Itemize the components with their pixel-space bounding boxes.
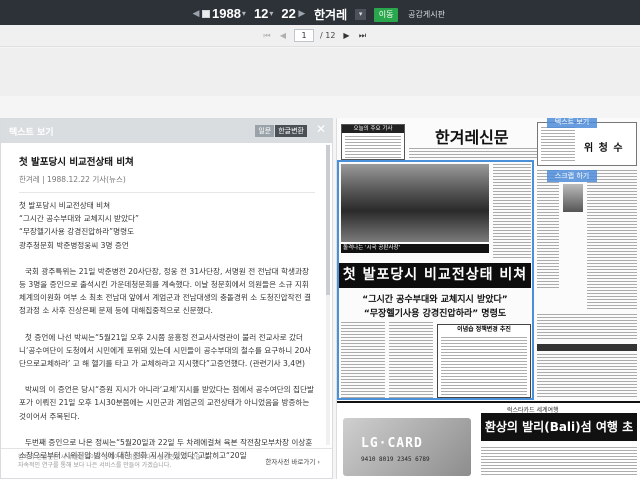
next-page-icon[interactable]: ▶ <box>341 31 351 40</box>
text-view-panel: 텍스트 보기 일문 한글변환 ✕ 첫 발포당시 비교전상태 비쳐 한겨레 | 1… <box>0 118 333 479</box>
paper-dropdown-button[interactable]: ▾ <box>355 9 367 20</box>
lead-line: 광주청문회 박준병정웅씨 3명 증언 <box>19 240 129 250</box>
month-value[interactable]: 12 <box>254 6 268 21</box>
pager: ⏮ ◀ 1 / 12 ▶ ⏭ <box>262 29 367 42</box>
day-value[interactable]: 22 <box>281 6 295 21</box>
selected-article-highlight[interactable] <box>337 160 534 400</box>
divider <box>19 192 315 193</box>
scrollbar-thumb[interactable] <box>326 145 330 295</box>
lead-line: “그시간 공수부대와 교체지시 받았다” <box>19 214 139 224</box>
today-box: 오늘의 주요 기사 <box>341 124 405 160</box>
text-block <box>345 136 401 158</box>
close-icon[interactable]: ✕ <box>316 122 326 136</box>
lead-line: “무장헬기사용 강경진압하라”명령도 <box>19 227 135 237</box>
article-title: 첫 발포당시 비교전상태 비쳐 <box>19 157 134 168</box>
tab-original[interactable]: 일문 <box>255 125 275 137</box>
promo-title: 환상의 발리(Bali)섬 여행 초대 <box>481 413 637 462</box>
calendar-icon[interactable] <box>202 9 210 18</box>
text-block <box>537 314 637 340</box>
panel-scrollbar[interactable] <box>326 145 330 445</box>
section-bar <box>537 344 637 351</box>
view-tabs: 일문 한글변환 <box>255 125 307 137</box>
page-control-bar: ⏮ ◀ 1 / 12 ▶ ⏭ <box>0 25 640 47</box>
column-name: 위 청 수 <box>584 143 624 154</box>
article-paragraph: 국회 광주특위는 21일 박준병전 20사단장, 정웅 전 31사단장, 서명원… <box>19 266 312 316</box>
notice-board-link[interactable]: 공감게시판 <box>408 9 445 20</box>
date-selector: ◀ 1988 ▾ 12 ▾ 22 ▶ <box>190 6 308 21</box>
tab-hangul-convert[interactable]: 한글변환 <box>275 125 307 137</box>
month-dropdown-icon[interactable]: ▾ <box>269 9 273 18</box>
year-dropdown-icon[interactable]: ▾ <box>242 9 246 18</box>
credit-card-image: LG·CARD 9410 8019 2345 6789 <box>343 418 471 476</box>
lead-line: 첫 발포당시 비교전상태 비쳐 <box>19 201 111 210</box>
article-paragraph: 박씨의 이 증언은 당시“증원 지시가 아니라‘교체’지시를 받았다는 점에서 … <box>19 385 314 421</box>
panel-header: 텍스트 보기 일문 한글변환 ✕ <box>1 119 332 143</box>
paper-name[interactable]: 한겨레 <box>314 6 347 23</box>
card-brand: LG·CARD <box>361 436 423 451</box>
newspaper-page[interactable]: 오늘의 주요 기사 한겨레신문 돌격나는 '시국 공판사장' 첫 발포당시 비교… <box>336 118 640 479</box>
portrait-photo <box>563 184 583 212</box>
scrap-button[interactable]: 스크랩 하기 <box>547 170 597 182</box>
text-block <box>481 447 637 475</box>
today-box-title: 오늘의 주요 기사 <box>342 125 404 133</box>
top-navigation-bar: ◀ 1988 ▾ 12 ▾ 22 ▶ 한겨레 ▾ 이동 공감게시판 <box>0 0 640 25</box>
text-view-button[interactable]: 텍스트 보기 <box>547 118 597 128</box>
panel-title: 텍스트 보기 <box>9 127 54 138</box>
panel-footer: 한자의 한글변환 시 투른발식이나 등자어와 틱틀이 다소 불완전할 수 있습니… <box>1 448 332 478</box>
last-page-icon[interactable]: ⏭ <box>357 31 367 41</box>
paper-selector: 한겨레 ▾ 이동 공감게시판 <box>314 6 445 23</box>
hanja-dictionary-link[interactable]: 한자사전 바로가기 › <box>265 458 320 466</box>
card-number: 9410 8019 2345 6789 <box>361 456 430 463</box>
text-block <box>541 127 575 161</box>
article-body: 첫 발포당시 비교전상태 비쳐 한겨레 | 1988.12.22 기사(뉴스) … <box>1 143 332 462</box>
text-block <box>587 170 637 310</box>
next-date-arrow-icon[interactable]: ▶ <box>296 9 308 19</box>
advertisement: LG·CARD 9410 8019 2345 6789 럭스타카드 세계여행 환… <box>337 401 640 479</box>
prev-date-arrow-icon[interactable]: ◀ <box>190 9 202 19</box>
article-paragraph: 첫 증언에 나선 박씨는“5월21일 오후 2시쯤 윤흥정 전교사사령관이 불러… <box>19 332 312 369</box>
header-spacer <box>0 48 640 96</box>
first-page-icon[interactable]: ⏮ <box>262 31 272 41</box>
text-block <box>537 170 559 290</box>
page-number-input[interactable]: 1 <box>294 29 314 42</box>
total-pages: / 12 <box>320 31 336 40</box>
text-block <box>537 354 637 398</box>
masthead: 한겨레신문 <box>435 128 509 147</box>
prev-page-icon[interactable]: ◀ <box>278 31 288 40</box>
year-value[interactable]: 1988 <box>212 6 241 21</box>
column-box: 위 청 수 <box>537 122 637 166</box>
article-byline: 한겨레 | 1988.12.22 기사(뉴스) <box>19 175 126 184</box>
go-button[interactable]: 이동 <box>374 7 399 22</box>
